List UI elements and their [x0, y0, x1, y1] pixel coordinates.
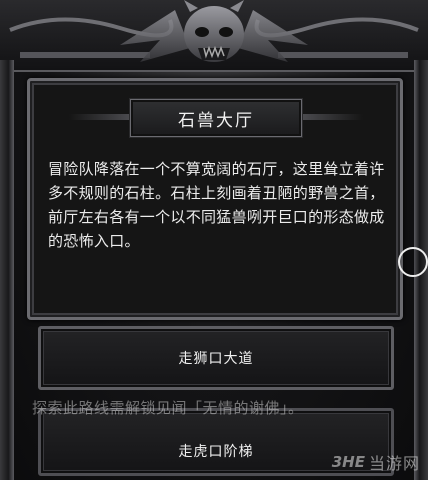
- event-description: 冒险队降落在一个不算宽阔的石厅，这里耸立着许多不规则的石柱。石柱上刻画着丑陋的野…: [48, 160, 385, 250]
- option-label: 走虎口阶梯: [178, 444, 254, 460]
- watermark: 3HE 当游网: [332, 450, 420, 474]
- frame-left-border: [0, 60, 14, 480]
- option-lion-mouth-road[interactable]: 走狮口大道: [38, 326, 394, 390]
- title-plate: 石兽大厅: [69, 99, 302, 137]
- circle-icon[interactable]: [398, 247, 428, 277]
- event-title: 石兽大厅: [178, 110, 254, 131]
- demon-skull-ornament-icon: [9, 0, 419, 62]
- locked-hint: 探索此路线需解锁见闻「无情的谢佛」。: [32, 399, 304, 417]
- watermark-logo: 3HE: [331, 453, 365, 471]
- event-panel: 石兽大厅 冒险队降落在一个不算宽阔的石厅，这里耸立着许多不规则的石柱。石柱上刻画…: [27, 78, 403, 320]
- watermark-text: 当游网: [368, 454, 420, 473]
- option-label: 走狮口大道: [178, 351, 254, 367]
